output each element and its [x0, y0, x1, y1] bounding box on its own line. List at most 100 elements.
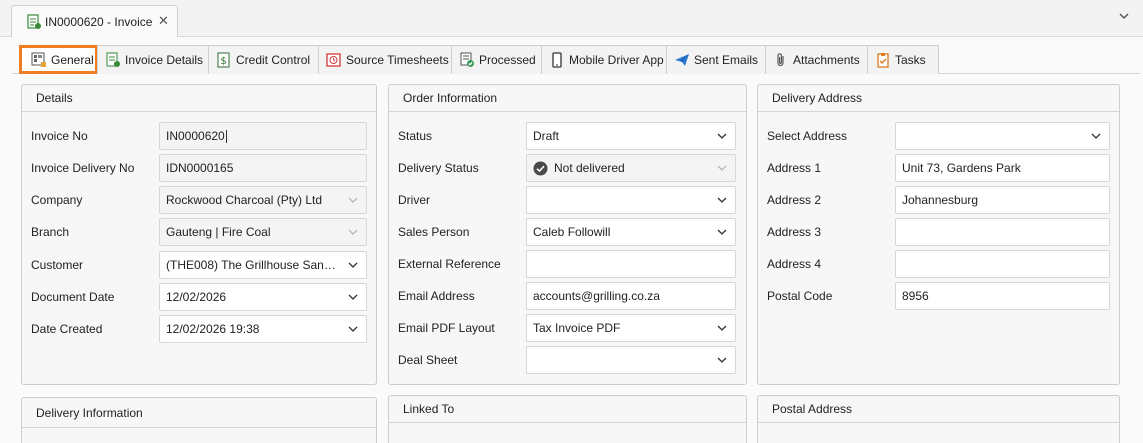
email-pdf-layout-label: Email PDF Layout — [398, 321, 495, 335]
tab-label: Attachments — [793, 53, 860, 67]
email-address-input[interactable]: accounts@grilling.co.za — [526, 282, 736, 310]
chevron-down-icon — [340, 284, 366, 310]
tab-mobile-driver-app[interactable]: Mobile Driver App — [541, 45, 667, 74]
deal-sheet-select[interactable] — [526, 346, 736, 374]
address4-input[interactable] — [895, 250, 1110, 278]
document-tab-title: IN0000620 - Invoice — [45, 14, 153, 29]
chevron-down-icon — [340, 187, 366, 213]
close-icon[interactable]: ✕ — [158, 13, 169, 29]
customer-value: (THE008) The Grillhouse Sandton ... — [166, 258, 340, 272]
chevron-down-icon — [1083, 123, 1109, 149]
linked-to-title: Linked To — [389, 396, 746, 423]
chevron-down-icon[interactable] — [1117, 9, 1131, 23]
sales-person-row: Sales Person Caleb Followill — [389, 218, 746, 246]
details-panel-title: Details — [22, 85, 376, 112]
chevron-down-icon — [709, 219, 735, 245]
invoice-delivery-no-field[interactable]: IDN0000165 — [159, 154, 367, 182]
chevron-down-icon — [709, 123, 735, 149]
invoice-delivery-no-row: Invoice Delivery No IDN0000165 — [22, 154, 376, 182]
address4-label: Address 4 — [767, 257, 822, 271]
invoice-no-label: Invoice No — [31, 129, 88, 143]
delivery-address-title: Delivery Address — [758, 85, 1119, 112]
tab-source-timesheets[interactable]: Source Timesheets — [318, 45, 452, 74]
document-date-value: 12/02/2026 — [166, 290, 227, 304]
delivery-status-select[interactable]: Not delivered — [526, 154, 736, 182]
customer-row: Customer (THE008) The Grillhouse Sandton… — [22, 251, 376, 279]
driver-row: Driver — [389, 186, 746, 214]
branch-label: Branch — [31, 225, 70, 239]
tab-invoice-details[interactable]: Invoice Details — [97, 45, 209, 74]
sales-person-label: Sales Person — [398, 225, 470, 239]
tab-tasks[interactable]: Tasks — [867, 45, 939, 74]
deal-sheet-label: Deal Sheet — [398, 353, 458, 367]
company-value: Rockwood Charcoal (Pty) Ltd — [166, 193, 323, 207]
document-tab-invoice[interactable]: IN0000620 - Invoice ✕ — [11, 5, 178, 37]
document-date-picker[interactable]: 12/02/2026 — [159, 283, 367, 311]
document-date-row: Document Date 12/02/2026 — [22, 283, 376, 311]
address2-label: Address 2 — [767, 193, 822, 207]
email-pdf-layout-select[interactable]: Tax Invoice PDF — [526, 314, 736, 342]
chevron-down-icon — [709, 155, 735, 181]
external-reference-row: External Reference — [389, 250, 746, 278]
tab-sent-emails[interactable]: Sent Emails — [666, 45, 766, 74]
email-address-row: Email Address accounts@grilling.co.za — [389, 282, 746, 310]
driver-label: Driver — [398, 193, 430, 207]
sales-person-select[interactable]: Caleb Followill — [526, 218, 736, 246]
tab-bar: General Invoice Details $ Credit Control… — [19, 45, 939, 74]
tab-label: General — [51, 52, 94, 67]
external-reference-input[interactable] — [526, 250, 736, 278]
address2-row: Address 2 Johannesburg — [758, 186, 1119, 214]
address1-value: Unit 73, Gardens Park — [902, 161, 1021, 175]
company-select[interactable]: Rockwood Charcoal (Pty) Ltd — [159, 186, 367, 214]
deal-sheet-row: Deal Sheet — [389, 346, 746, 374]
email-pdf-layout-row: Email PDF Layout Tax Invoice PDF — [389, 314, 746, 342]
invoice-no-value: IN0000620 — [166, 129, 225, 143]
invoice-delivery-no-value: IDN0000165 — [166, 161, 234, 175]
tab-attachments[interactable]: Attachments — [765, 45, 868, 74]
date-created-picker[interactable]: 12/02/2026 19:38 — [159, 315, 367, 343]
driver-select[interactable] — [526, 186, 736, 214]
customer-select[interactable]: (THE008) The Grillhouse Sandton ... — [159, 251, 367, 279]
tab-general[interactable]: General — [19, 45, 98, 74]
tab-label: Processed — [479, 53, 536, 67]
general-form-icon — [31, 52, 47, 68]
postal-code-value: 8956 — [902, 289, 929, 303]
address2-input[interactable]: Johannesburg — [895, 186, 1110, 214]
postal-code-input[interactable]: 8956 — [895, 282, 1110, 310]
address1-row: Address 1 Unit 73, Gardens Park — [758, 154, 1119, 182]
status-value: Draft — [533, 129, 560, 143]
invoice-page: General Invoice Details $ Credit Control… — [0, 37, 1143, 443]
status-select[interactable]: Draft — [526, 122, 736, 150]
delivery-information-panel: Delivery Information — [21, 397, 377, 443]
branch-row: Branch Gauteng | Fire Coal — [22, 218, 376, 246]
address1-input[interactable]: Unit 73, Gardens Park — [895, 154, 1110, 182]
timesheet-clock-icon — [326, 52, 342, 68]
select-address-select[interactable] — [895, 122, 1110, 150]
document-date-label: Document Date — [31, 290, 115, 304]
delivery-status-value: Not delivered — [554, 161, 625, 175]
invoice-no-row: Invoice No IN0000620 — [22, 122, 376, 150]
tab-processed[interactable]: Processed — [451, 45, 542, 74]
email-address-label: Email Address — [398, 289, 475, 303]
paperclip-icon — [773, 52, 789, 68]
invoice-no-field[interactable]: IN0000620 — [159, 122, 367, 150]
tab-label: Source Timesheets — [346, 53, 449, 67]
address3-row: Address 3 — [758, 218, 1119, 246]
date-created-row: Date Created 12/02/2026 19:38 — [22, 315, 376, 343]
date-created-value: 12/02/2026 19:38 — [166, 322, 260, 336]
chevron-down-icon — [340, 316, 366, 342]
chevron-down-icon — [709, 347, 735, 373]
delivery-address-panel: Delivery Address Select Address Address … — [757, 84, 1120, 385]
text-cursor — [225, 129, 227, 143]
tab-credit-control[interactable]: $ Credit Control — [208, 45, 319, 74]
order-information-panel: Order Information Status Draft Delivery … — [388, 84, 747, 385]
tab-label: Credit Control — [236, 53, 311, 67]
details-panel: Details Invoice No IN0000620 Invoice Del… — [21, 84, 377, 385]
email-address-value: accounts@grilling.co.za — [533, 289, 660, 303]
address3-input[interactable] — [895, 218, 1110, 246]
mobile-phone-icon — [549, 52, 565, 68]
branch-select[interactable]: Gauteng | Fire Coal — [159, 218, 367, 246]
status-row: Status Draft — [389, 122, 746, 150]
credit-control-icon: $ — [216, 52, 232, 68]
company-row: Company Rockwood Charcoal (Pty) Ltd — [22, 186, 376, 214]
